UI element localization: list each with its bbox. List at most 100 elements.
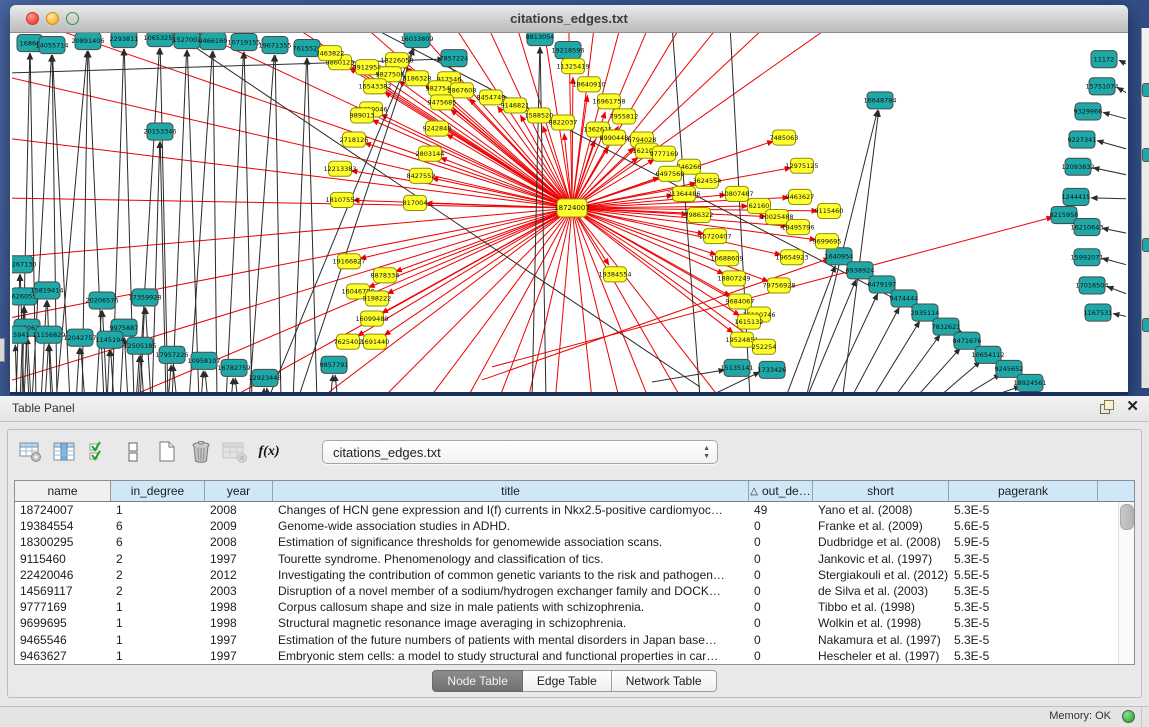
- citation-edge-red[interactable]: [572, 208, 733, 333]
- citation-edge-black[interactable]: [1091, 198, 1126, 199]
- table-cell[interactable]: Structural magnetic resonance image aver…: [273, 616, 749, 630]
- table-cell[interactable]: 1: [111, 503, 205, 517]
- table-cell[interactable]: 0: [749, 633, 813, 647]
- table-cell[interactable]: Dudbridge et al. (2008): [813, 535, 949, 549]
- table-cell[interactable]: 9699695: [15, 616, 111, 630]
- table-row[interactable]: 1872400712008Changes of HCN gene express…: [15, 502, 1134, 518]
- table-cell[interactable]: Changes of HCN gene expression and I(f) …: [273, 503, 749, 517]
- citation-edge-black[interactable]: [1119, 60, 1126, 69]
- citation-edge-black[interactable]: [335, 375, 338, 392]
- citation-edge-red[interactable]: [572, 208, 651, 392]
- citation-edge-red[interactable]: [572, 77, 573, 208]
- table-cell[interactable]: 5.3E-5: [949, 633, 1098, 647]
- scrollbar-thumb[interactable]: [1120, 504, 1134, 530]
- citation-edge-black[interactable]: [160, 48, 168, 392]
- table-cell[interactable]: de Silva et al. (2003): [813, 584, 949, 598]
- table-cell[interactable]: 2012: [205, 568, 273, 582]
- table-row[interactable]: 1456911722003Disruption of a novel membe…: [15, 583, 1134, 599]
- table-cell[interactable]: 0: [749, 600, 813, 614]
- window-titlebar[interactable]: citations_edges.txt: [10, 5, 1128, 33]
- table-cell[interactable]: 49: [749, 503, 813, 517]
- table-cell[interactable]: 6: [111, 519, 205, 533]
- column-header-out_de[interactable]: △out_de…: [749, 481, 813, 501]
- table-cell[interactable]: 5.3E-5: [949, 584, 1098, 598]
- citation-edge-black[interactable]: [1102, 228, 1126, 235]
- table-cell[interactable]: 0: [749, 519, 813, 533]
- table-cell[interactable]: Franke et al. (2009): [813, 519, 949, 533]
- citation-edge-black[interactable]: [933, 361, 980, 392]
- citation-edge-black[interactable]: [1103, 112, 1126, 121]
- citation-edge-red[interactable]: [12, 198, 572, 208]
- citation-edge-black[interactable]: [1113, 314, 1126, 319]
- table-cell[interactable]: Tibbo et al. (1998): [813, 600, 949, 614]
- citation-edge-black[interactable]: [263, 388, 264, 392]
- citation-edge-black[interactable]: [652, 370, 725, 382]
- table-cell[interactable]: 0: [749, 649, 813, 663]
- table-cell[interactable]: 9465546: [15, 633, 111, 647]
- citation-edge-red[interactable]: [12, 137, 572, 208]
- citation-edge-black[interactable]: [1093, 168, 1126, 177]
- table-cell[interactable]: 2: [111, 568, 205, 582]
- table-cell[interactable]: 2: [111, 584, 205, 598]
- column-header-short[interactable]: short: [813, 481, 949, 501]
- citation-edge-black[interactable]: [96, 311, 101, 392]
- table-cell[interactable]: 22420046: [15, 568, 111, 582]
- table-cell[interactable]: Investigating the contribution of common…: [273, 568, 749, 582]
- table-cell[interactable]: Estimation of the future numbers of pati…: [273, 633, 749, 647]
- citation-edge-black[interactable]: [231, 378, 233, 392]
- network-window[interactable]: citations_edges.txt 16866140557142089140…: [10, 5, 1128, 395]
- column-header-name[interactable]: name: [15, 481, 111, 501]
- citation-edge-black[interactable]: [267, 388, 269, 392]
- tab-network-table[interactable]: Network Table: [612, 670, 717, 692]
- memory-status-indicator[interactable]: [1122, 710, 1135, 723]
- table-cell[interactable]: 1: [111, 649, 205, 663]
- table-cell[interactable]: 2003: [205, 584, 273, 598]
- delete-table-icon[interactable]: [222, 439, 248, 465]
- column-header-in_degree[interactable]: in_degree: [111, 481, 205, 501]
- citation-edge-black[interactable]: [24, 338, 27, 392]
- table-cell[interactable]: Tourette syndrome. Phenomenology and cla…: [273, 552, 749, 566]
- table-cell[interactable]: Nakamura et al. (1997): [813, 633, 949, 647]
- citation-edge-black[interactable]: [1097, 141, 1126, 152]
- table-cell[interactable]: 1998: [205, 616, 273, 630]
- citation-edge-red[interactable]: [351, 171, 572, 208]
- table-cell[interactable]: 2008: [205, 503, 273, 517]
- table-vertical-scrollbar[interactable]: [1118, 502, 1134, 664]
- table-cell[interactable]: Stergiakouli et al. (2012): [813, 568, 949, 582]
- tab-edge-table[interactable]: Edge Table: [523, 670, 612, 692]
- citation-edge-black[interactable]: [954, 374, 1000, 392]
- table-cell[interactable]: 0: [749, 584, 813, 598]
- table-cell[interactable]: Wolkin et al. (1998): [813, 616, 949, 630]
- column-header-pagerank[interactable]: pagerank: [949, 481, 1098, 501]
- citation-edge-red[interactable]: [572, 208, 685, 392]
- table-cell[interactable]: Estimation of significance thresholds fo…: [273, 535, 749, 549]
- table-cell[interactable]: 18300295: [15, 535, 111, 549]
- table-cell[interactable]: 0: [749, 552, 813, 566]
- table-cell[interactable]: Yano et al. (2008): [813, 503, 949, 517]
- table-cell[interactable]: 1998: [205, 600, 273, 614]
- table-settings-icon[interactable]: [18, 439, 44, 465]
- citation-edge-black[interactable]: [45, 345, 48, 392]
- table-cell[interactable]: 5.9E-5: [949, 535, 1098, 549]
- citation-edge-black[interactable]: [293, 58, 307, 392]
- citation-edge-black[interactable]: [275, 55, 281, 392]
- function-builder-icon[interactable]: f(x): [256, 439, 282, 465]
- table-cell[interactable]: 1: [111, 600, 205, 614]
- citation-edge-red[interactable]: [555, 208, 572, 392]
- table-cell[interactable]: 6: [111, 535, 205, 549]
- column-visibility-icon[interactable]: [52, 439, 78, 465]
- table-cell[interactable]: 18724007: [15, 503, 111, 517]
- citation-edge-black[interactable]: [172, 50, 187, 392]
- table-cell[interactable]: 0: [749, 616, 813, 630]
- citation-edge-black[interactable]: [891, 335, 940, 392]
- citation-edge-black[interactable]: [307, 58, 317, 392]
- network-graph[interactable]: 1686614055714208914062293811106532571527…: [12, 33, 1126, 392]
- select-rows-icon[interactable]: [86, 439, 112, 465]
- table-cell[interactable]: 5.3E-5: [949, 552, 1098, 566]
- citation-edge-black[interactable]: [805, 280, 856, 392]
- citation-edge-black[interactable]: [1107, 286, 1126, 297]
- citation-edge-black[interactable]: [244, 52, 252, 392]
- citation-edge-black[interactable]: [189, 51, 212, 392]
- citation-edge-black[interactable]: [870, 321, 920, 392]
- citation-edge-black[interactable]: [235, 378, 238, 392]
